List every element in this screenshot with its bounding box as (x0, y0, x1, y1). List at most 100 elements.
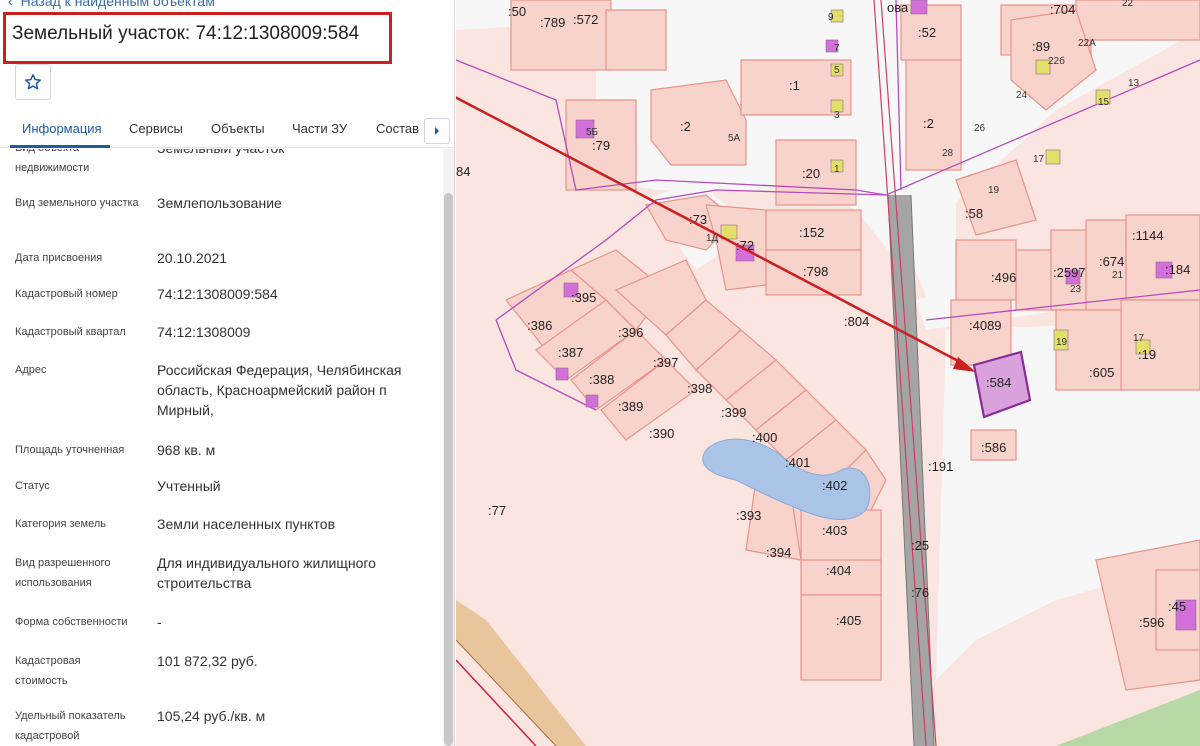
house-number: 3 (834, 110, 840, 121)
cadastral-map[interactable]: :50 :789 :572 :704 :52 :89 :1 :2 :79 :2 … (456, 0, 1200, 746)
map-label: :399 (721, 405, 746, 420)
tab-objects[interactable]: Объекты (211, 121, 265, 136)
house-number: 23 (1070, 284, 1082, 295)
row-label: Кадастровый квартал (15, 326, 126, 338)
map-label: :396 (618, 325, 643, 340)
map-label: :77 (488, 503, 506, 518)
map-label: :386 (527, 318, 552, 333)
house-number: 5 (834, 65, 840, 76)
row-value: Российская Федерация, Челябинская област… (157, 362, 402, 418)
map-label: :390 (649, 426, 674, 441)
row-label: Площадь уточненная (15, 444, 125, 456)
map-label: :401 (785, 455, 810, 470)
tab-information[interactable]: Информация (22, 121, 102, 136)
map-label: :1 (789, 78, 800, 93)
row-value: 968 кв. м (157, 442, 216, 458)
house-number: 7 (834, 43, 840, 54)
row-label: Категория земель (15, 518, 106, 530)
house-number: 22А (1078, 38, 1096, 49)
map-label: :393 (736, 508, 761, 523)
map-label: :789 (540, 15, 565, 30)
map-canvas[interactable]: :50 :789 :572 :704 :52 :89 :1 :2 :79 :2 … (456, 0, 1200, 746)
house-number: 17 (1033, 154, 1045, 165)
map-label: :586 (981, 440, 1006, 455)
tab-composition[interactable]: Состав (376, 121, 419, 136)
map-label: :1144 (1132, 228, 1164, 243)
tab-bar: Информация Сервисы Объекты Части ЗУ Сост… (0, 112, 454, 148)
map-label: :191 (928, 459, 953, 474)
house-number: 1 (834, 164, 840, 175)
house-number: 22 (1122, 0, 1134, 9)
map-label: :405 (836, 613, 861, 628)
house-number: 26 (974, 123, 986, 134)
house-number: 22б (1048, 55, 1065, 67)
map-label: :387 (558, 345, 583, 360)
map-label: :572 (573, 12, 598, 27)
house-number: 5Б (586, 127, 599, 138)
info-table: Вид объекта недвижимости Земельный участ… (0, 149, 443, 746)
map-label: :4089 (969, 318, 1002, 333)
map-label: :398 (687, 381, 712, 396)
map-label: :19 (1138, 347, 1156, 362)
row-value: 20.10.2021 (157, 250, 228, 266)
row-label: Кадастровая стоимость (15, 655, 81, 687)
tabs-scroll-right-button[interactable] (424, 118, 450, 144)
map-label: :89 (1032, 39, 1050, 54)
tab-parts[interactable]: Части ЗУ (292, 121, 347, 136)
sw-road (456, 600, 586, 746)
row-value: 74:12:1308009:584 (157, 286, 278, 302)
map-label: :152 (799, 225, 824, 240)
back-arrow-icon: ‹ (8, 0, 13, 9)
map-label: :395 (571, 290, 596, 305)
page-title: Земельный участок: 74:12:1308009:584 (12, 23, 360, 44)
info-scrollbar[interactable] (443, 149, 454, 746)
map-label: :58 (965, 206, 983, 221)
map-label: :397 (653, 355, 678, 370)
map-label: :404 (826, 563, 851, 578)
map-label: 84 (456, 164, 470, 179)
map-label: :496 (991, 270, 1016, 285)
house-number: 9 (828, 12, 834, 23)
info-panel: ‹ Назад к найденным объектам Земельный уч… (0, 0, 455, 746)
row-label: Форма собственности (15, 616, 128, 628)
tab-services[interactable]: Сервисы (129, 121, 183, 136)
map-label: :76 (911, 585, 929, 600)
map-label: :394 (766, 545, 791, 560)
house-number: 19 (988, 185, 1000, 196)
row-value: Для индивидуального жилищного строительс… (157, 555, 376, 591)
map-label: :804 (844, 314, 869, 329)
back-link[interactable]: ‹ Назад к найденным объектам (8, 0, 215, 9)
map-label: :2 (680, 119, 691, 134)
row-value: Землепользование (157, 195, 282, 211)
row-label: Вид разрешенного использования (15, 557, 111, 589)
map-label: :2 (923, 116, 934, 131)
row-value: 101 872,32 руб. (157, 653, 258, 669)
row-label: Вид земельного участка (15, 197, 139, 209)
favorite-button[interactable] (15, 64, 51, 100)
house-number: 28 (942, 148, 954, 159)
map-label: :388 (589, 372, 614, 387)
scrollbar-thumb[interactable] (444, 193, 453, 746)
map-label: :45 (1168, 599, 1186, 614)
map-label: :25 (911, 538, 929, 553)
map-label: :403 (822, 523, 847, 538)
map-label: :184 (1165, 262, 1190, 277)
house-number: 19 (1056, 337, 1068, 348)
star-icon (24, 74, 42, 90)
map-label: :596 (1139, 615, 1164, 630)
map-label: :79 (592, 138, 610, 153)
house-number: 24 (1016, 90, 1028, 101)
green-area (1056, 690, 1200, 746)
map-label: :584 (986, 375, 1011, 390)
row-value: 74:12:1308009 (157, 324, 251, 340)
map-label: :2597 (1053, 265, 1086, 280)
row-value: - (157, 614, 162, 630)
map-label: :389 (618, 399, 643, 414)
row-label: Адрес (15, 364, 47, 376)
row-label: Вид объекта недвижимости (15, 149, 90, 174)
row-label: Удельный показатель кадастровой (15, 710, 126, 742)
row-value: Учтенный (157, 478, 221, 494)
map-label: :20 (802, 166, 820, 181)
map-label: :704 (1050, 2, 1075, 17)
house-number: 5А (728, 133, 741, 144)
